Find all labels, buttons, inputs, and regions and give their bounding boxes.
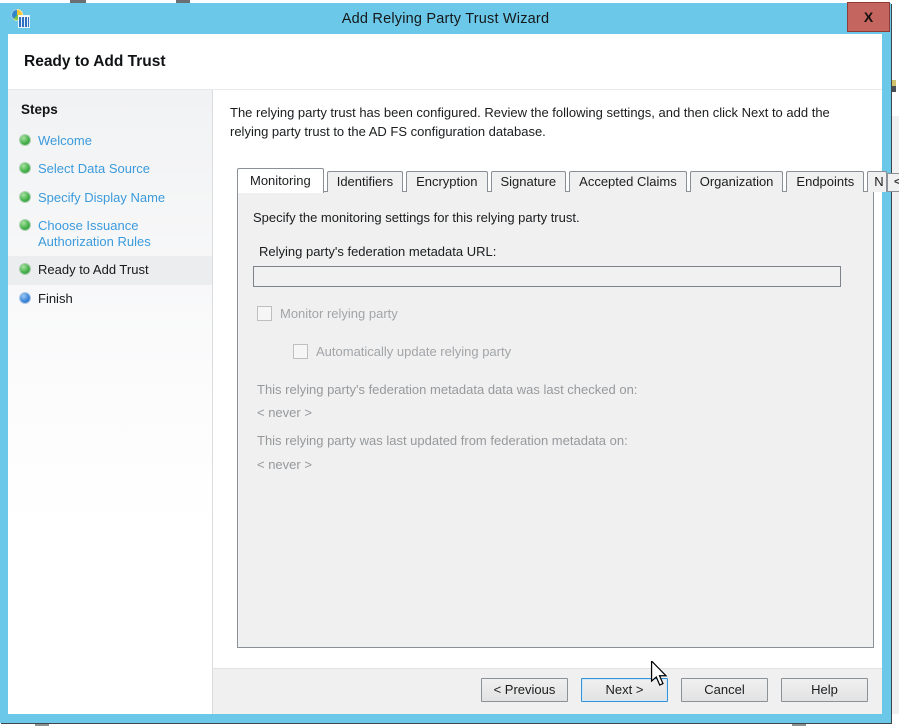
tabs-list: MonitoringIdentifiersEncryptionSignature… — [237, 168, 887, 192]
step-bullet-icon — [20, 220, 30, 230]
step-bullet-icon — [20, 163, 30, 173]
step-label: Select Data Source — [38, 161, 150, 177]
step-label: Welcome — [38, 133, 92, 149]
step-item-welcome[interactable]: Welcome — [8, 127, 212, 155]
tab-identifiers[interactable]: Identifiers — [327, 171, 403, 192]
last-updated-label: This relying party was last updated from… — [257, 433, 628, 448]
wizard-page: The relying party trust has been configu… — [213, 90, 882, 668]
background-window-strip — [891, 116, 899, 714]
wizard-dialog: Add Relying Party Trust Wizard X Ready t… — [0, 3, 891, 723]
intro-text: The relying party trust has been configu… — [230, 104, 862, 142]
step-item-choose-issuance-authorization-rules[interactable]: Choose Issuance Authorization Rules — [8, 212, 212, 257]
monitor-relying-party-checkbox — [257, 306, 272, 321]
title-bar[interactable]: Add Relying Party Trust Wizard — [0, 3, 891, 34]
monitoring-description: Specify the monitoring settings for this… — [253, 210, 580, 225]
tab-accepted-claims[interactable]: Accepted Claims — [569, 171, 687, 192]
building-grid-icon — [19, 16, 29, 27]
step-bullet-icon — [20, 293, 30, 303]
last-updated-value: < never > — [257, 457, 312, 472]
auto-update-label: Automatically update relying party — [316, 344, 511, 359]
step-bullet-icon — [20, 135, 30, 145]
dialog-content: Ready to Add Trust Steps Welcome Select D… — [8, 34, 882, 714]
mouse-cursor-icon — [650, 661, 668, 687]
tab-n[interactable]: N — [867, 171, 887, 192]
close-button[interactable]: X — [847, 2, 890, 32]
step-item-finish[interactable]: Finish — [8, 285, 212, 313]
metadata-url-input — [253, 266, 841, 287]
monitoring-tab-panel: Specify the monitoring settings for this… — [237, 191, 874, 648]
step-label: Finish — [38, 291, 73, 307]
tab-endpoints[interactable]: Endpoints — [786, 171, 864, 192]
steps-heading: Steps — [8, 102, 212, 117]
step-bullet-icon — [20, 264, 30, 274]
step-label: Ready to Add Trust — [38, 262, 149, 278]
tab-scroll-left-icon[interactable]: < — [887, 173, 899, 192]
adfs-app-icon — [11, 9, 29, 27]
auto-update-checkbox — [293, 344, 308, 359]
properties-tab-control: MonitoringIdentifiersEncryptionSignature… — [237, 168, 874, 648]
step-bullet-icon — [20, 192, 30, 202]
monitor-relying-party-row: Monitor relying party — [257, 306, 398, 321]
step-label: Specify Display Name — [38, 190, 165, 206]
monitor-relying-party-label: Monitor relying party — [280, 306, 398, 321]
page-header: Ready to Add Trust — [8, 34, 882, 90]
tab-monitoring[interactable]: Monitoring — [237, 168, 324, 193]
help-button[interactable]: Help — [781, 678, 868, 702]
step-item-select-data-source[interactable]: Select Data Source — [8, 155, 212, 183]
background-fragment — [891, 86, 896, 92]
tab-organization[interactable]: Organization — [690, 171, 784, 192]
window-title: Add Relying Party Trust Wizard — [0, 11, 891, 27]
last-checked-value: < never > — [257, 405, 312, 420]
metadata-url-label: Relying party's federation metadata URL: — [259, 244, 496, 259]
previous-button[interactable]: < Previous — [481, 678, 568, 702]
last-checked-label: This relying party's federation metadata… — [257, 382, 637, 397]
step-label: Choose Issuance Authorization Rules — [38, 218, 188, 251]
tab-signature[interactable]: Signature — [491, 171, 567, 192]
steps-list: Welcome Select Data Source Specify Display… — [8, 127, 212, 313]
steps-sidebar: Steps Welcome Select Data Source Specify D… — [8, 90, 213, 714]
step-item-ready-to-add-trust[interactable]: Ready to Add Trust — [8, 256, 212, 284]
tab-encryption[interactable]: Encryption — [406, 171, 487, 192]
cancel-button[interactable]: Cancel — [681, 678, 768, 702]
page-title: Ready to Add Trust — [24, 53, 166, 71]
step-item-specify-display-name[interactable]: Specify Display Name — [8, 184, 212, 212]
auto-update-row: Automatically update relying party — [293, 344, 511, 359]
button-bar: < Previous Next > Cancel Help — [213, 668, 882, 714]
